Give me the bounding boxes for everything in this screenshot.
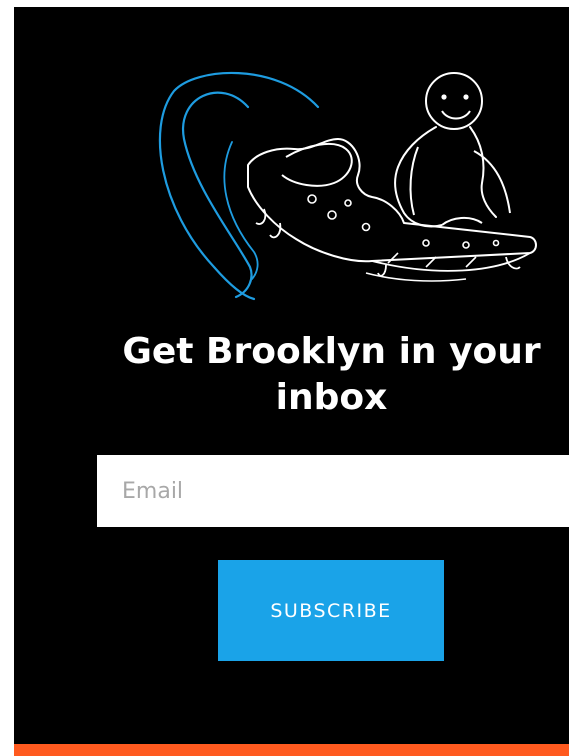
email-input[interactable]	[97, 455, 569, 527]
subscribe-button[interactable]: SUBSCRIBE	[218, 560, 444, 661]
page: Get Brooklyn in your inbox SUBSCRIBE	[0, 0, 569, 756]
accent-bar	[14, 744, 569, 756]
pizza-surfer-illustration	[136, 67, 556, 307]
newsletter-signup-panel: Get Brooklyn in your inbox SUBSCRIBE	[14, 7, 569, 744]
newsletter-heading: Get Brooklyn in your inbox	[122, 331, 541, 418]
